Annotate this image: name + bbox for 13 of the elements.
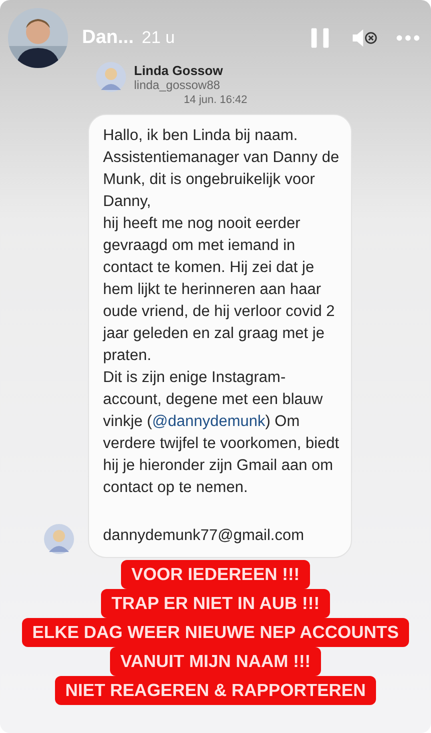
warning-caption: NIET REAGEREN & RAPPORTEREN bbox=[55, 676, 376, 705]
message-text: Hallo, ik ben Linda bij naam. bbox=[103, 126, 299, 146]
email-text: dannydemunk77@gmail.com bbox=[103, 527, 305, 545]
warning-caption: VANUIT MIJN NAAM !!! bbox=[110, 647, 321, 676]
message-text: hij heeft me nog nooit eerder gevraagd om met iemand in contact te komen. Hij zei dat je hem lijkt te herinneren aan haar oude vriend, de hij verloor covid 2 jaar geleden en zal graag met je praten. bbox=[103, 214, 336, 366]
warning-caption: VOOR IEDEREEN !!! bbox=[121, 560, 310, 589]
sender-name: Linda Gossow bbox=[134, 62, 223, 78]
warning-caption: TRAP ER NIET IN AUB !!! bbox=[101, 589, 330, 618]
message-timestamp: 14 jun. 16:42 bbox=[182, 94, 248, 106]
message-text: Dit is zijn enige Instagram-account, degene met een blauw vinkje (@dannydemunk) Om verdere twijfel te voorkomen, biedt hij je hieronder zijn Gmail aan om contact op te nemen. bbox=[103, 368, 340, 498]
warning-caption: ELKE DAG WEER NIEUWE NEP ACCOUNTS bbox=[22, 618, 409, 647]
sender-handle: linda_gossow88 bbox=[134, 78, 222, 92]
mention-link[interactable]: @dannydemunk bbox=[152, 413, 266, 430]
